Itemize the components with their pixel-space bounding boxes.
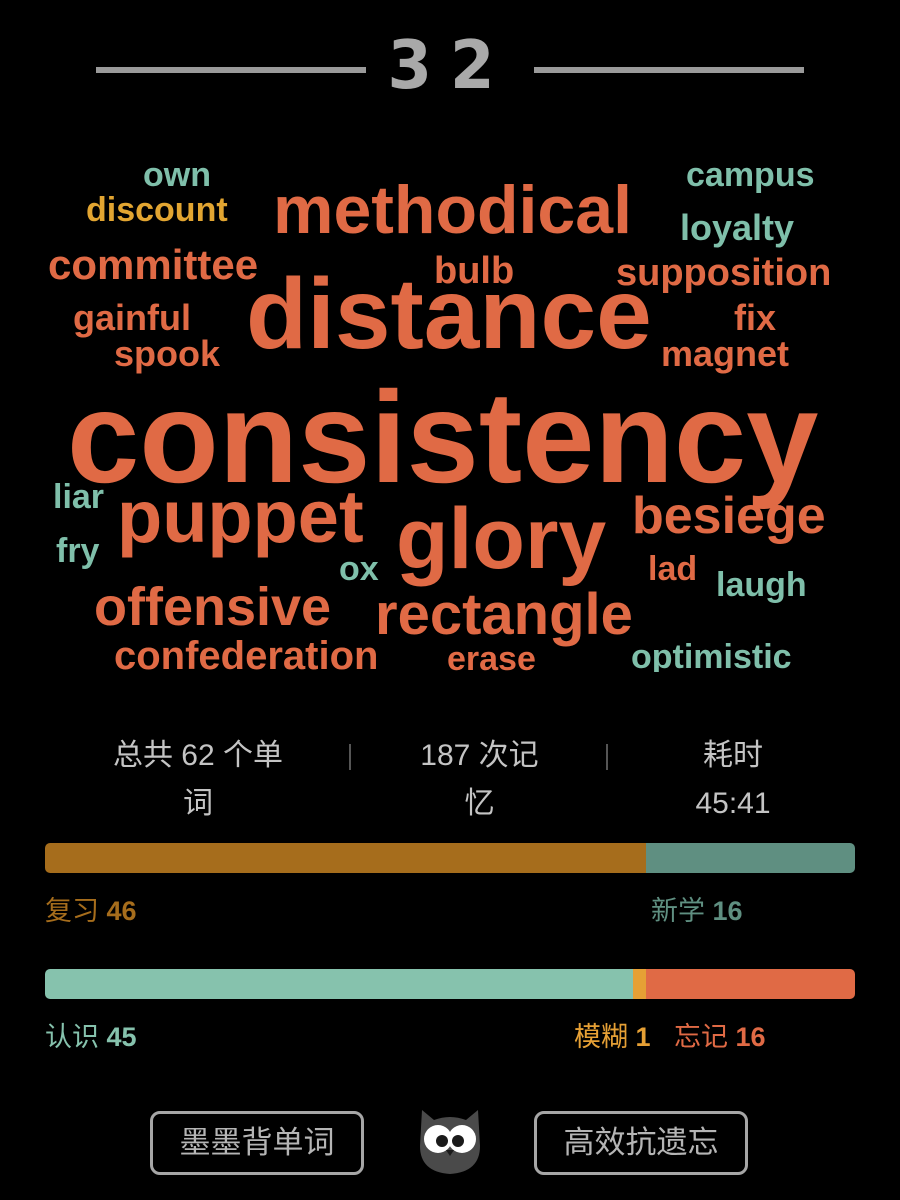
word-cloud: own campus discount methodical loyalty c… [0,140,900,672]
review-label: 复习 46 [45,894,137,928]
cloud-word: loyalty [680,207,795,248]
forgot-segment [645,969,855,999]
cloud-word: glory [396,491,607,587]
stat-separator [606,744,608,770]
day-number: 32 [387,27,513,105]
vague-count: 1 [635,1022,651,1052]
cloud-word: erase [447,640,536,672]
forgot-label: 忘记 16 [674,1020,766,1054]
stat-total-words-line2: 词 [183,787,213,820]
stat-total-words-line1: 总共 62 个单 [112,739,284,772]
known-label-text: 认识 [45,1022,99,1052]
stat-repetitions-line1: 187 次记 [420,739,539,772]
stat-total-words: 总共 62 个单 词 [98,732,298,828]
cloud-word: ox [339,550,379,588]
vague-label-text: 模糊 [574,1022,628,1052]
stat-time-spent-line2: 45:41 [695,787,771,820]
new-label-text: 新学 [651,896,705,926]
review-segment [45,843,646,873]
cloud-word: campus [686,156,815,194]
review-count: 46 [106,896,137,926]
recall-bar [45,969,855,999]
cloud-word: liar [53,478,105,516]
stat-time-spent-line1: 耗时 [703,739,763,772]
slogan-badge: 高效抗遗忘 [534,1111,748,1175]
known-segment [45,969,633,999]
cloud-word: optimistic [631,638,792,672]
forgot-label-text: 忘记 [674,1022,728,1052]
cloud-word: lad [648,550,698,588]
review-new-bar [45,843,855,873]
cloud-word: besiege [632,487,826,545]
cloud-word: fry [56,532,100,570]
cloud-word: puppet [117,475,364,558]
new-count: 16 [712,896,743,926]
stat-repetitions: 187 次记 忆 [392,732,567,828]
cloud-word: offensive [94,577,332,637]
header-right-line [534,67,804,73]
vague-label: 模糊 1 [574,1020,651,1054]
cloud-word: confederation [114,634,379,672]
stat-separator [349,744,351,770]
stat-time-spent: 耗时 45:41 [648,732,818,828]
cloud-word: discount [86,191,228,229]
cloud-word: methodical [273,172,632,248]
vague-segment [632,969,646,999]
header-left-line [96,67,366,73]
cloud-word: own [143,156,211,194]
review-label-text: 复习 [45,896,99,926]
cloud-word: fix [734,297,777,338]
forgot-count: 16 [735,1022,766,1052]
cloud-word: gainful [73,297,191,338]
new-segment [645,843,855,873]
known-label: 认识 45 [45,1020,137,1054]
new-label: 新学 16 [651,894,743,928]
cloud-word: distance [246,258,652,370]
cloud-word: committee [48,241,259,288]
owl-icon [420,1110,480,1174]
known-count: 45 [106,1022,137,1052]
app-name-badge: 墨墨背单词 [150,1111,364,1175]
cloud-word: rectangle [375,582,633,647]
stat-repetitions-line2: 忆 [464,787,495,820]
cloud-word: laugh [716,566,807,604]
stats-row: 总共 62 个单 词 187 次记 忆 耗时 45:41 [70,732,830,832]
